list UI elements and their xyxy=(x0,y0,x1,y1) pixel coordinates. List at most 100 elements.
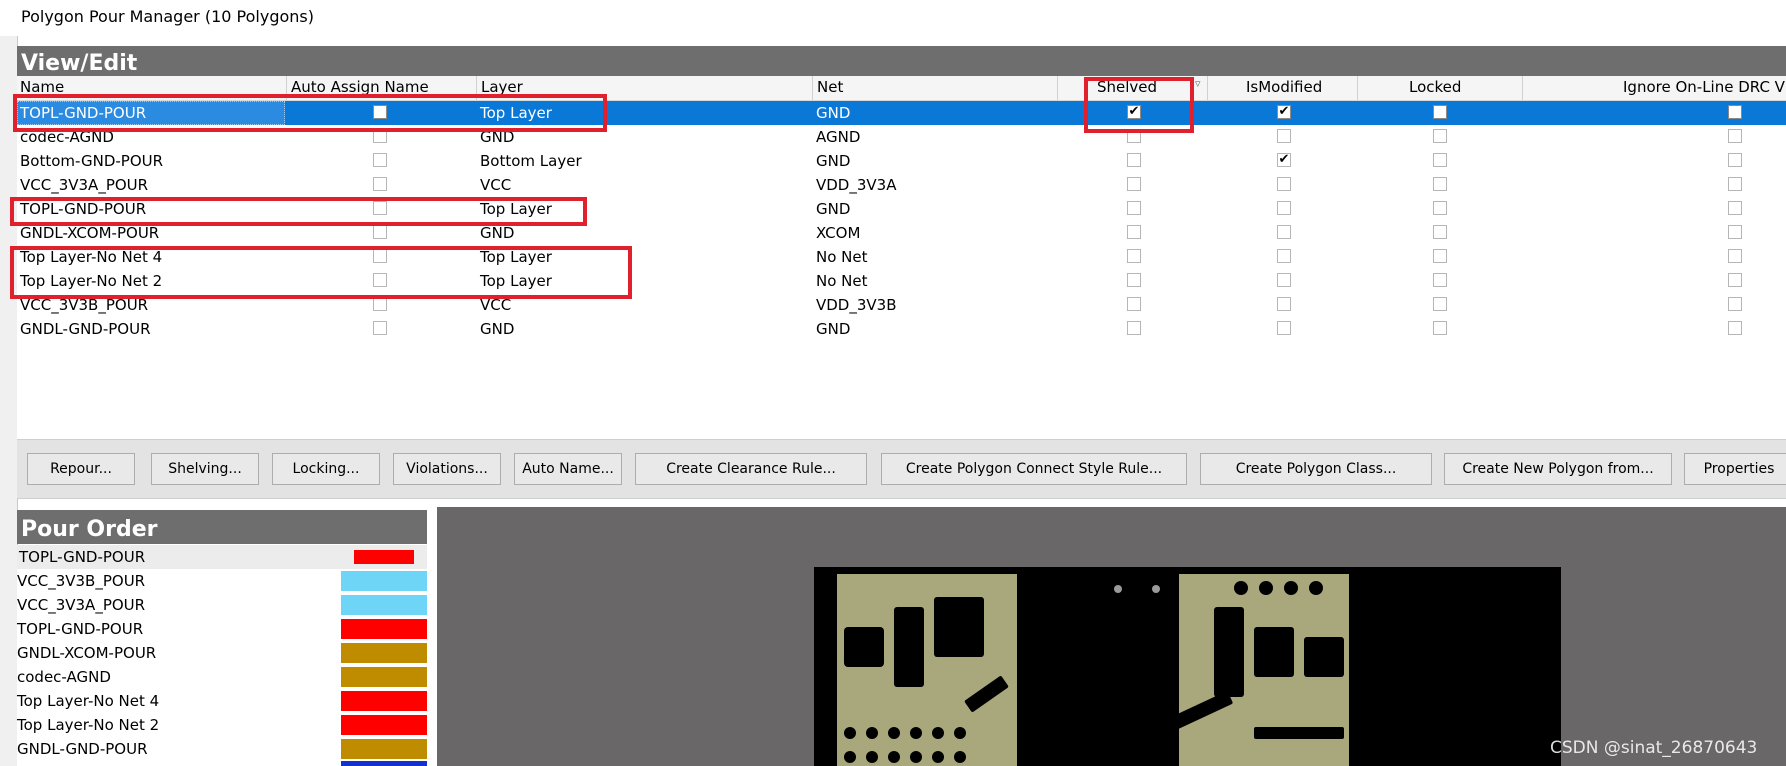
shelved-checkbox[interactable] xyxy=(1127,297,1141,311)
list-item[interactable]: Top Layer-No Net 2 xyxy=(17,713,427,737)
list-item[interactable]: GNDL-XCOM-POUR xyxy=(17,641,427,665)
shelved-checkbox[interactable] xyxy=(1127,273,1141,287)
row-layer: VCC xyxy=(480,176,512,194)
list-item xyxy=(17,761,427,766)
ismodified-checkbox[interactable]: ✔ xyxy=(1277,105,1291,119)
pcb-board-preview xyxy=(814,567,1561,766)
sort-icon[interactable]: ▿ xyxy=(1195,77,1201,90)
locked-checkbox[interactable] xyxy=(1433,225,1447,239)
auto-assign-checkbox[interactable] xyxy=(373,297,387,311)
list-item[interactable]: VCC_3V3B_POUR xyxy=(17,569,427,593)
locking-button[interactable]: Locking... xyxy=(272,453,380,485)
ismodified-checkbox[interactable] xyxy=(1277,177,1291,191)
ignore-drc-checkbox[interactable] xyxy=(1728,321,1742,335)
pour-color-swatch xyxy=(341,595,427,615)
locked-checkbox[interactable] xyxy=(1433,273,1447,287)
highlight-box-row1 xyxy=(13,94,607,132)
row-net: GND xyxy=(816,152,851,170)
locked-checkbox[interactable] xyxy=(1433,297,1447,311)
locked-checkbox[interactable] xyxy=(1433,105,1447,119)
polygon-preview[interactable] xyxy=(437,507,1786,766)
locked-checkbox[interactable] xyxy=(1433,201,1447,215)
pour-color-swatch xyxy=(341,643,427,663)
shelved-checkbox[interactable] xyxy=(1127,153,1141,167)
view-edit-header: View/Edit xyxy=(17,46,1786,76)
auto-assign-checkbox[interactable] xyxy=(373,225,387,239)
ismodified-checkbox[interactable] xyxy=(1277,249,1291,263)
create-polygon-class-button[interactable]: Create Polygon Class... xyxy=(1200,453,1432,485)
shelved-checkbox[interactable] xyxy=(1127,249,1141,263)
ismodified-checkbox[interactable] xyxy=(1277,321,1291,335)
locked-checkbox[interactable] xyxy=(1433,321,1447,335)
ignore-drc-checkbox[interactable] xyxy=(1728,153,1742,167)
pour-color-swatch xyxy=(341,761,427,766)
pour-color-swatch xyxy=(341,667,427,687)
repour-button[interactable]: Repour... xyxy=(27,453,135,485)
col-header-ignore-drc[interactable]: Ignore On-Line DRC Vio xyxy=(1623,78,1786,96)
table-row[interactable]: Bottom-GND-POUR Bottom Layer GND ✔ xyxy=(17,149,1786,173)
row-net: GND xyxy=(816,320,851,338)
row-name: Bottom-GND-POUR xyxy=(20,152,164,170)
ismodified-checkbox[interactable] xyxy=(1277,201,1291,215)
list-item[interactable]: codec-AGND xyxy=(17,665,427,689)
list-item[interactable]: GNDL-GND-POUR xyxy=(17,737,427,761)
ismodified-checkbox[interactable]: ✔ xyxy=(1277,153,1291,167)
shelved-checkbox[interactable] xyxy=(1127,225,1141,239)
ignore-drc-checkbox[interactable] xyxy=(1728,225,1742,239)
col-header-ismodified[interactable]: IsModified xyxy=(1246,78,1322,96)
table-row[interactable]: GNDL-GND-POUR GND GND xyxy=(17,317,1786,341)
shelved-checkbox[interactable] xyxy=(1127,321,1141,335)
violations-button[interactable]: Violations... xyxy=(393,453,501,485)
ignore-drc-checkbox[interactable] xyxy=(1728,297,1742,311)
table-row[interactable]: VCC_3V3A_POUR VCC VDD_3V3A xyxy=(17,173,1786,197)
col-header-locked[interactable]: Locked xyxy=(1409,78,1461,96)
pour-order-title: Pour Order xyxy=(21,517,158,542)
pour-order-label: GNDL-GND-POUR xyxy=(17,740,148,758)
row-net: VDD_3V3B xyxy=(816,296,897,314)
list-item[interactable]: TOPL-GND-POUR xyxy=(17,545,427,569)
auto-assign-checkbox[interactable] xyxy=(373,177,387,191)
auto-assign-checkbox[interactable] xyxy=(373,153,387,167)
ignore-drc-checkbox[interactable] xyxy=(1728,249,1742,263)
auto-name-button[interactable]: Auto Name... xyxy=(514,453,622,485)
row-layer: Bottom Layer xyxy=(480,152,582,170)
ignore-drc-checkbox[interactable] xyxy=(1728,105,1742,119)
locked-checkbox[interactable] xyxy=(1433,153,1447,167)
pour-order-header: Pour Order xyxy=(17,510,427,544)
pour-order-label: TOPL-GND-POUR xyxy=(19,548,146,566)
ismodified-checkbox[interactable] xyxy=(1277,129,1291,143)
shelved-checkbox[interactable] xyxy=(1127,201,1141,215)
row-net: XCOM xyxy=(816,224,861,242)
window-title: Polygon Pour Manager (10 Polygons) xyxy=(21,7,314,26)
shelved-checkbox[interactable] xyxy=(1127,177,1141,191)
ismodified-checkbox[interactable] xyxy=(1277,273,1291,287)
ignore-drc-checkbox[interactable] xyxy=(1728,129,1742,143)
ignore-drc-checkbox[interactable] xyxy=(1728,201,1742,215)
create-connect-style-rule-button[interactable]: Create Polygon Connect Style Rule... xyxy=(881,453,1187,485)
ignore-drc-checkbox[interactable] xyxy=(1728,273,1742,287)
locked-checkbox[interactable] xyxy=(1433,249,1447,263)
list-item[interactable]: Top Layer-No Net 4 xyxy=(17,689,427,713)
pour-order-list[interactable]: TOPL-GND-POUR VCC_3V3B_POUR VCC_3V3A_POU… xyxy=(17,545,427,766)
pour-color-swatch xyxy=(341,619,427,639)
locked-checkbox[interactable] xyxy=(1433,177,1447,191)
ismodified-checkbox[interactable] xyxy=(1277,297,1291,311)
auto-assign-checkbox[interactable] xyxy=(373,321,387,335)
properties-button[interactable]: Properties xyxy=(1684,453,1786,485)
view-edit-title: View/Edit xyxy=(21,51,138,76)
left-edge-strip xyxy=(0,36,18,766)
create-clearance-rule-button[interactable]: Create Clearance Rule... xyxy=(635,453,867,485)
pour-order-label: Top Layer-No Net 2 xyxy=(17,716,160,734)
watermark: CSDN @sinat_26870643 xyxy=(1550,738,1758,758)
list-item[interactable]: TOPL-GND-POUR xyxy=(17,617,427,641)
pour-order-label: Top Layer-No Net 4 xyxy=(17,692,160,710)
locked-checkbox[interactable] xyxy=(1433,129,1447,143)
create-new-polygon-button[interactable]: Create New Polygon from... xyxy=(1444,453,1672,485)
pour-color-swatch xyxy=(341,571,427,591)
ignore-drc-checkbox[interactable] xyxy=(1728,177,1742,191)
ismodified-checkbox[interactable] xyxy=(1277,225,1291,239)
col-header-net[interactable]: Net xyxy=(817,78,843,96)
list-item[interactable]: VCC_3V3A_POUR xyxy=(17,593,427,617)
shelving-button[interactable]: Shelving... xyxy=(151,453,259,485)
row-net: GND xyxy=(816,200,851,218)
